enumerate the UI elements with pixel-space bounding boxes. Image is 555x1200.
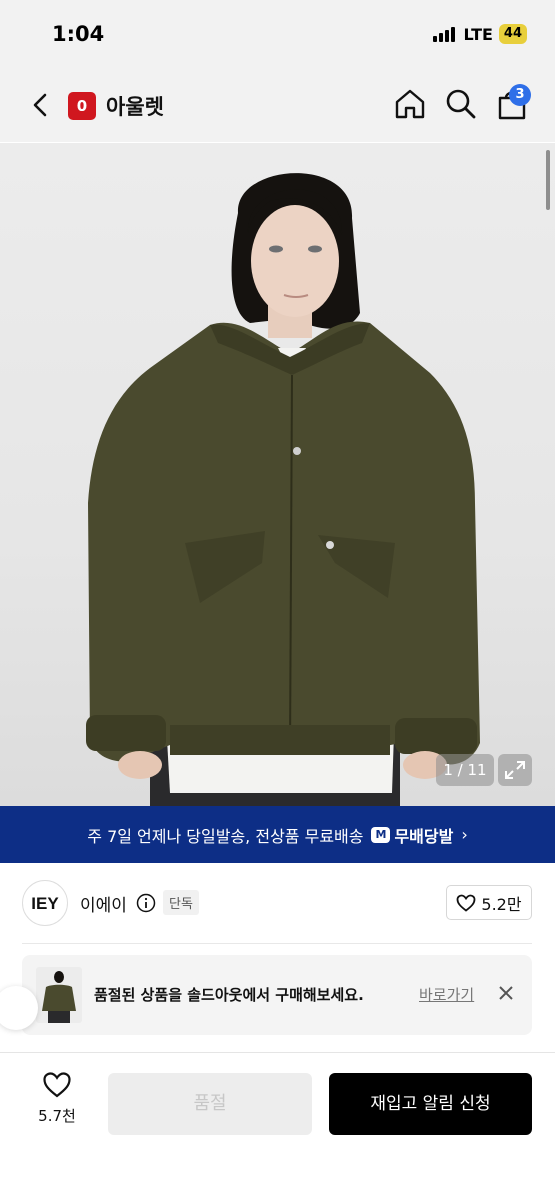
search-button[interactable] (444, 87, 478, 121)
close-icon[interactable] (496, 983, 516, 1003)
divider (22, 943, 532, 944)
page-title: 아울렛 (106, 95, 164, 119)
restock-alert-button[interactable]: 재입고 알림 신청 (329, 1073, 532, 1135)
brand-avatar[interactable]: IEY (22, 880, 68, 926)
heart-icon (457, 894, 476, 912)
expand-button[interactable] (498, 754, 532, 786)
product-image[interactable] (0, 143, 555, 806)
scroll-indicator[interactable] (546, 150, 550, 210)
status-time: 1:04 (52, 22, 105, 46)
brand-like-button[interactable]: 5.2만 (446, 885, 532, 920)
status-indicators: LTE 44 (432, 24, 527, 44)
wish-button[interactable]: 5.7천 (28, 1071, 86, 1135)
soldout-notice: 품절된 상품을 솔드아웃에서 구매해보세요. 바로가기 (22, 955, 532, 1035)
back-button[interactable] (26, 90, 56, 120)
product-thumbnail (42, 971, 76, 1023)
nav-bar: 0 아울렛 (0, 70, 555, 142)
brand-like-count: 5.2만 (481, 894, 522, 914)
network-label: LTE (463, 24, 493, 44)
heart-icon (43, 1072, 71, 1098)
chevron-right-icon: › (461, 825, 468, 844)
home-icon (395, 89, 425, 119)
bottom-action-bar: 5.7천 품절 재입고 알림 신청 (0, 1052, 555, 1200)
info-icon[interactable] (136, 893, 156, 913)
home-button[interactable] (393, 87, 427, 121)
image-counter: 1 / 11 (436, 754, 494, 786)
wish-count: 5.7천 (38, 1107, 76, 1125)
shipping-banner[interactable]: 주 7일 언제나 당일발송, 전상품 무료배송 M 무배당발 › (0, 806, 555, 863)
soldout-button[interactable]: 품절 (108, 1073, 312, 1135)
go-link[interactable]: 바로가기 (419, 984, 474, 1005)
chevron-left-icon (33, 93, 47, 117)
search-icon (446, 89, 476, 119)
notice-thumbnail (36, 967, 82, 1023)
battery-icon: 44 (498, 24, 527, 44)
signal-icon (432, 26, 455, 42)
brand-name[interactable]: 이에이 (80, 891, 127, 916)
shipping-text: 주 7일 언제나 당일발송, 전상품 무료배송 (87, 826, 364, 846)
status-bar: 1:04 LTE 44 (0, 0, 555, 70)
expand-icon (505, 761, 525, 779)
m-mark-icon: M (371, 826, 391, 843)
free-shipping-badge: M 무배당발 (371, 823, 453, 847)
exclusive-badge: 단독 (163, 890, 199, 915)
cart-count-badge: 3 (509, 84, 531, 106)
product-photo (86, 173, 480, 806)
notice-text: 품절된 상품을 솔드아웃에서 구매해보세요. (94, 986, 364, 1004)
free-shipping-label: 무배당발 (394, 826, 454, 846)
outlet-logo: 0 (68, 92, 96, 120)
